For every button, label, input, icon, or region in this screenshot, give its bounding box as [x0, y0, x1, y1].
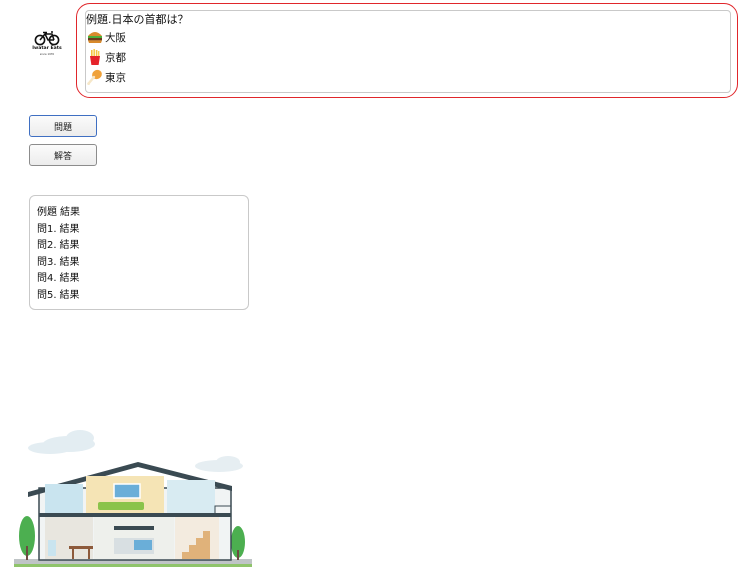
tree-icon — [19, 516, 35, 560]
logo-text: Iwatar Eats — [32, 46, 62, 51]
result-label: 問2. — [37, 240, 57, 252]
result-value: 結果 — [59, 240, 80, 252]
result-value: 結果 — [60, 207, 80, 218]
result-line: 問5. 結果 — [37, 288, 248, 305]
result-label: 問3. — [37, 256, 57, 268]
hamburger-icon — [86, 28, 104, 46]
logo-since-text: since 1976 — [39, 53, 55, 56]
result-line: 問3. 結果 — [37, 255, 248, 272]
quiz-option-1[interactable]: 大阪 — [86, 27, 730, 47]
iwatar-eats-logo: Iwatar Eats since 1976 — [30, 30, 64, 62]
result-value: 結果 — [59, 273, 80, 285]
option-label: 大阪 — [105, 31, 126, 44]
cloud-icon — [195, 456, 243, 472]
result-line: 問2. 結果 — [37, 238, 248, 255]
quiz-question: 例題.日本の首都は？ — [86, 13, 189, 26]
result-value: 結果 — [59, 256, 80, 268]
cloud-icon — [28, 430, 95, 454]
result-value: 結果 — [59, 223, 80, 235]
result-label: 問4. — [37, 273, 57, 285]
house-illustration — [14, 428, 252, 570]
bicycle-icon — [34, 31, 60, 46]
result-line: 問4. 結果 — [37, 271, 248, 288]
tree-icon — [231, 526, 245, 560]
result-value: 結果 — [59, 289, 80, 301]
quiz-panel: 例題.日本の首都は？ 大阪 京都 東京 — [76, 3, 738, 98]
quiz-box: 例題.日本の首都は？ 大阪 京都 東京 — [85, 10, 731, 93]
answer-button[interactable]: 解答 — [29, 144, 97, 166]
quiz-option-2[interactable]: 京都 — [86, 47, 730, 67]
result-line: 問1. 結果 — [37, 222, 248, 239]
option-label: 東京 — [105, 71, 126, 84]
question-button[interactable]: 問題 — [29, 115, 97, 137]
result-label: 例題 — [37, 207, 57, 218]
french-fries-icon — [86, 48, 104, 66]
fried-chicken-icon — [86, 68, 104, 86]
quiz-option-3[interactable]: 東京 — [86, 67, 730, 87]
result-line: 例題 結果 — [37, 205, 248, 222]
result-label: 問1. — [37, 223, 57, 235]
option-label: 京都 — [105, 51, 126, 64]
results-panel: 例題 結果 問1. 結果 問2. 結果 問3. 結果 問4. 結果 問5. 結果 — [29, 195, 249, 310]
result-label: 問5. — [37, 289, 57, 301]
